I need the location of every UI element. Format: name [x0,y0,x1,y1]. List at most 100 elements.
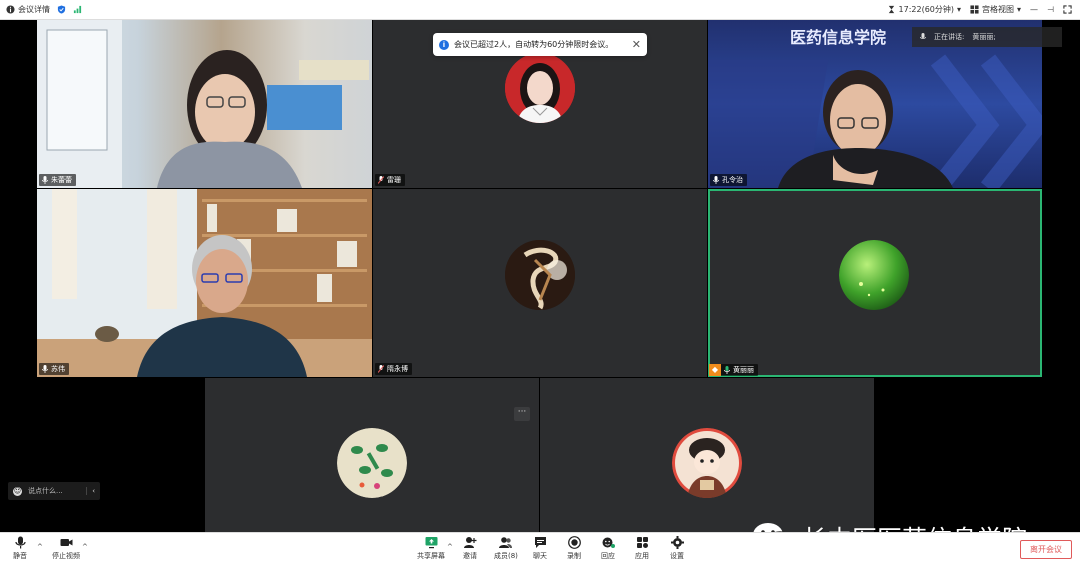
pin-button[interactable]: ⊣ [1047,5,1054,14]
shield-icon[interactable] [57,5,66,14]
view-mode-label: 宫格视图 [982,5,1015,14]
microphone-muted-icon [378,176,384,184]
people-icon [499,537,513,548]
avatar [839,240,909,310]
participant-name: 隋永博 [387,365,408,373]
reaction-icon [602,537,615,548]
chevron-left-icon[interactable]: ‹ [86,487,95,495]
participant-nametag: ◆ 黄丽丽 [709,364,758,376]
participant-tile[interactable] [205,378,539,532]
chat-quick-input[interactable]: ☺ 说点什么... ‹ [8,482,100,500]
apps-label: 应用 [635,552,649,560]
participant-name: 朱蕾蕾 [51,176,72,184]
grid-icon [970,5,979,14]
leave-meeting-button[interactable]: 离开会议 [1020,540,1072,559]
meeting-window: 会议详情 17:22(60分钟) ▾ 宫格视图 ▾ — ⊣ 朱蕾蕾 雷珊 医药信… [0,0,1080,565]
invite-button[interactable]: 邀请 [463,536,477,561]
avatar [672,428,742,498]
share-screen-label: 共享屏幕 [417,552,445,560]
notice-text: 会议已超过2人，自动转为60分钟限时会议。 [454,40,614,49]
microphone-icon [713,176,719,184]
minimize-button[interactable]: — [1030,5,1038,14]
participant-name: 孔令治 [722,176,743,184]
signal-icon[interactable] [73,5,82,14]
add-person-icon [463,537,476,548]
fullscreen-icon[interactable] [1063,5,1072,14]
members-label: 成员(8) [494,552,518,560]
top-bar: 会议详情 17:22(60分钟) ▾ 宫格视图 ▾ — ⊣ [0,0,1080,20]
microphone-icon [42,176,48,184]
info-icon [6,5,15,14]
video-frame [37,189,372,377]
mute-label: 静音 [13,552,27,560]
meeting-details-button[interactable]: 会议详情 [6,4,50,15]
record-button[interactable]: 录制 [567,536,581,561]
microphone-active-icon [724,366,730,374]
banner-text: 医药信息学院 [790,28,887,47]
invite-label: 邀请 [463,552,477,560]
members-button[interactable]: 成员(8) [494,536,518,561]
more-options-button[interactable]: ··· [514,407,530,421]
hourglass-icon [888,5,894,14]
meeting-details-label: 会议详情 [18,5,50,14]
apps-icon [636,537,648,548]
camera-icon [60,539,72,546]
emoji-icon[interactable]: ☺ [13,486,22,496]
participant-tile[interactable]: 朱蕾蕾 [37,20,372,188]
record-icon [567,536,581,549]
participant-tile-active[interactable]: ◆ 黄丽丽 [708,189,1042,377]
chat-bubble-icon [534,537,546,548]
participant-tile[interactable] [540,378,874,532]
speaking-name: 黄丽丽; [972,33,996,41]
reactions-button[interactable]: 回应 [601,536,615,561]
avatar [505,240,575,310]
participant-nametag: 朱蕾蕾 [39,174,76,186]
speaking-indicator: 正在讲话: 黄丽丽; [912,27,1062,47]
view-mode-button[interactable]: 宫格视图 ▾ [970,4,1021,15]
video-frame [37,20,369,188]
gear-icon [670,536,684,549]
avatar [337,428,407,498]
chevron-down-icon: ▾ [1017,5,1022,14]
timer[interactable]: 17:22(60分钟) ▾ [887,4,962,15]
microphone-icon [14,536,26,549]
stop-video-label: 停止视频 [52,552,80,560]
share-screen-button[interactable]: 共享屏幕 [417,536,445,561]
video-grid: 朱蕾蕾 雷珊 医药信息学院 孔令治 苏伟 隋永博 ◆ 黄丽丽 i 会议已超过2人… [0,20,1080,554]
settings-label: 设置 [670,552,684,560]
chat-button[interactable]: 聊天 [533,536,547,561]
reactions-label: 回应 [601,552,615,560]
chat-placeholder: 说点什么... [28,487,63,495]
close-icon[interactable]: ✕ [632,38,641,51]
settings-button[interactable]: 设置 [670,536,684,561]
microphone-muted-icon [378,365,384,373]
chevron-up-icon[interactable]: ^ [82,543,88,551]
participant-tile[interactable]: 苏伟 [37,189,372,377]
host-badge-icon: ◆ [709,364,721,376]
participant-nametag: 雷珊 [375,174,405,186]
chat-label: 聊天 [533,552,547,560]
participant-name: 苏伟 [51,365,65,373]
participant-nametag: 苏伟 [39,363,69,375]
microphone-icon [920,33,926,39]
time-limit-notice: i 会议已超过2人，自动转为60分钟限时会议。 ✕ [433,33,647,56]
bottom-toolbar: 静音 ^ 停止视频 ^ 共享屏幕 ^ 邀请 成员(8) 聊天 录制 回应 应用 … [0,532,1080,565]
record-label: 录制 [567,552,581,560]
speaking-label: 正在讲话: [934,33,965,41]
participant-tile[interactable]: 隋永博 [373,189,707,377]
microphone-icon [42,365,48,373]
participant-nametag: 隋永博 [375,363,412,375]
stop-video-button[interactable]: 停止视频 [52,536,80,561]
chevron-up-icon[interactable]: ^ [447,543,453,551]
participant-nametag: 孔令治 [710,174,747,186]
participant-name: 黄丽丽 [733,366,754,374]
chevron-down-icon: ▾ [957,5,962,14]
mute-button[interactable]: 静音 [13,536,27,561]
avatar [505,53,575,123]
participant-name: 雷珊 [387,176,401,184]
info-icon: i [439,39,449,50]
apps-button[interactable]: 应用 [635,536,649,561]
chevron-up-icon[interactable]: ^ [37,543,43,551]
timer-label: 17:22(60分钟) [898,5,954,14]
share-screen-icon [425,537,437,549]
